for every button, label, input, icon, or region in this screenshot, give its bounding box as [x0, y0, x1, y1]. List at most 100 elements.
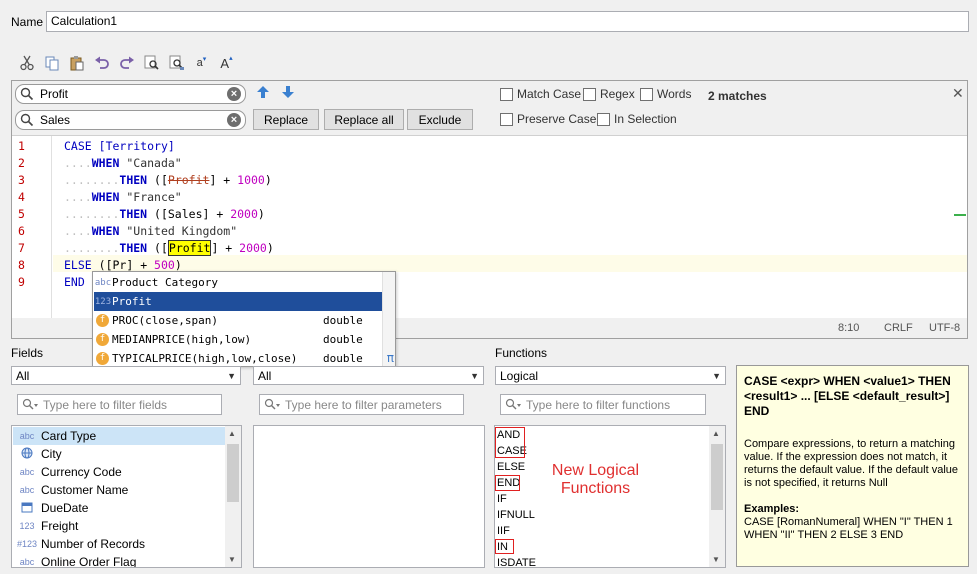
replace-value: Sales	[40, 113, 71, 127]
scroll-down-icon[interactable]: ▼	[712, 555, 720, 564]
list-item[interactable]: #123 Number of Records	[13, 535, 145, 553]
line-number: 9	[18, 275, 25, 289]
autocomplete-item[interactable]: f PROC(close,span) double	[94, 311, 383, 330]
list-item[interactable]: 123 Freight	[13, 517, 78, 535]
exclude-button[interactable]: Exclude	[407, 109, 473, 130]
list-item[interactable]: ELSE	[497, 461, 525, 473]
string-type-icon: abc	[94, 277, 112, 288]
clear-replace-icon[interactable]: ×	[227, 113, 241, 127]
functions-label: Functions	[495, 346, 548, 360]
fields-filter-input[interactable]: Type here to filter fields	[17, 394, 222, 415]
pi-icon: π	[386, 351, 394, 365]
replace-button[interactable]: Replace	[253, 109, 319, 130]
list-item[interactable]: ISDATE	[497, 557, 536, 567]
function-icon: f	[96, 333, 109, 346]
function-example: CASE [RomanNumeral] WHEN "I" THEN 1 WHEN…	[744, 516, 953, 541]
replace-input[interactable]: Sales ×	[15, 110, 246, 130]
autocomplete-item-selected[interactable]: 123 Profit	[94, 292, 383, 311]
search-icon	[20, 113, 34, 127]
find-next-icon[interactable]	[280, 84, 296, 103]
annotation-highlight-box	[495, 475, 520, 491]
cursor-position: 8:10	[838, 322, 860, 334]
font-increase-icon[interactable]: A ▴	[214, 52, 239, 74]
scroll-down-icon[interactable]: ▼	[228, 555, 236, 564]
editor-toolbar: a ▾ A ▴	[14, 52, 239, 74]
search-icon	[264, 398, 280, 409]
functions-scrollbar[interactable]: ▲ ▼	[709, 426, 725, 567]
code-line: END	[64, 275, 85, 289]
preserve-case-checkbox[interactable]: Preserve Case	[500, 112, 596, 126]
search-icon	[505, 398, 521, 409]
list-item[interactable]: abc Currency Code	[13, 463, 122, 481]
fields-scrollbar[interactable]: ▲ ▼	[225, 426, 241, 567]
scroll-up-icon[interactable]: ▲	[712, 429, 720, 438]
find-icon[interactable]	[139, 52, 164, 74]
chevron-down-icon: ▼	[227, 371, 236, 381]
encoding: UTF-8	[929, 322, 961, 334]
function-help-panel: CASE <expr> WHEN <value1> THEN <result1>…	[736, 365, 969, 567]
line-number: 6	[18, 224, 25, 238]
list-item[interactable]: IFNULL	[497, 509, 535, 521]
autocomplete-item[interactable]: f MEDIANPRICE(high,low) double	[94, 330, 383, 349]
clear-find-icon[interactable]: ×	[227, 87, 241, 101]
copy-icon[interactable]	[39, 52, 64, 74]
find-value: Profit	[40, 87, 69, 101]
function-icon: f	[96, 352, 109, 365]
redo-icon[interactable]	[114, 52, 139, 74]
replace-all-button[interactable]: Replace all	[324, 109, 404, 130]
list-item[interactable]: abc Card Type	[13, 427, 225, 445]
undo-icon[interactable]	[89, 52, 114, 74]
find-prev-icon[interactable]	[255, 84, 271, 103]
line-number: 2	[18, 156, 25, 170]
autocomplete-item[interactable]: abc Product Category	[94, 273, 383, 292]
annotation-highlight-box	[495, 539, 514, 554]
autocomplete-popup: abc Product Category 123 Profit f PROC(c…	[92, 271, 396, 367]
functions-filter-input[interactable]: Type here to filter functions	[500, 394, 706, 415]
paste-icon[interactable]	[64, 52, 89, 74]
line-number: 7	[18, 241, 25, 255]
list-item[interactable]: DueDate	[13, 499, 88, 517]
code-line: CASE [Territory]	[64, 139, 175, 153]
list-item[interactable]: IIF	[497, 525, 510, 537]
search-icon	[20, 87, 34, 101]
in-selection-checkbox[interactable]: In Selection	[597, 112, 677, 126]
cut-icon[interactable]	[14, 52, 39, 74]
functions-list: AND CASE ELSE END IF IFNULL IIF IN ISDAT…	[494, 425, 726, 568]
regex-checkbox[interactable]: Regex	[583, 87, 635, 101]
parameters-filter-input[interactable]: Type here to filter parameters	[259, 394, 464, 415]
find-input[interactable]: Profit ×	[15, 84, 246, 104]
fields-category-select[interactable]: All ▼	[11, 366, 241, 385]
parameters-category-select[interactable]: All ▼	[253, 366, 484, 385]
match-case-checkbox[interactable]: Match Case	[500, 87, 581, 101]
find-replace-icon[interactable]	[164, 52, 189, 74]
string-type-icon: abc	[19, 431, 35, 441]
words-checkbox[interactable]: Words	[640, 87, 691, 101]
font-decrease-icon[interactable]: a ▾	[189, 52, 214, 74]
list-item[interactable]: abc Online Order Flag	[13, 553, 137, 567]
string-type-icon: abc	[19, 467, 35, 477]
list-item[interactable]: City	[13, 445, 62, 463]
chevron-down-icon: ▼	[712, 371, 721, 381]
code-line: ....WHEN "Canada"	[64, 156, 182, 170]
code-line: ........THEN ([Sales] + 2000)	[64, 207, 265, 221]
parameters-list	[253, 425, 485, 568]
calculated-number-icon: #123	[16, 539, 38, 549]
function-icon: f	[96, 314, 109, 327]
code-line: ELSE ([Pr] + 500)	[64, 258, 182, 272]
name-input[interactable]: Calculation1	[46, 11, 969, 32]
name-label: Name	[11, 15, 44, 29]
line-ending: CRLF	[884, 322, 913, 334]
annotation-text: New Logical Functions	[551, 462, 640, 497]
line-number: 5	[18, 207, 25, 221]
globe-icon	[13, 447, 41, 461]
code-line: ........THEN ([Profit] + 2000)	[64, 240, 274, 256]
list-item[interactable]: abc Customer Name	[13, 481, 129, 499]
scroll-up-icon[interactable]: ▲	[228, 429, 236, 438]
match-count: 2 matches	[708, 89, 767, 103]
string-type-icon: abc	[19, 557, 35, 567]
functions-category-select[interactable]: Logical ▼	[495, 366, 726, 385]
code-line: ....WHEN "France"	[64, 190, 182, 204]
close-find-icon[interactable]: ✕	[952, 85, 964, 102]
function-description: Compare expressions, to return a matchin…	[744, 438, 959, 489]
list-item[interactable]: IF	[497, 493, 507, 505]
